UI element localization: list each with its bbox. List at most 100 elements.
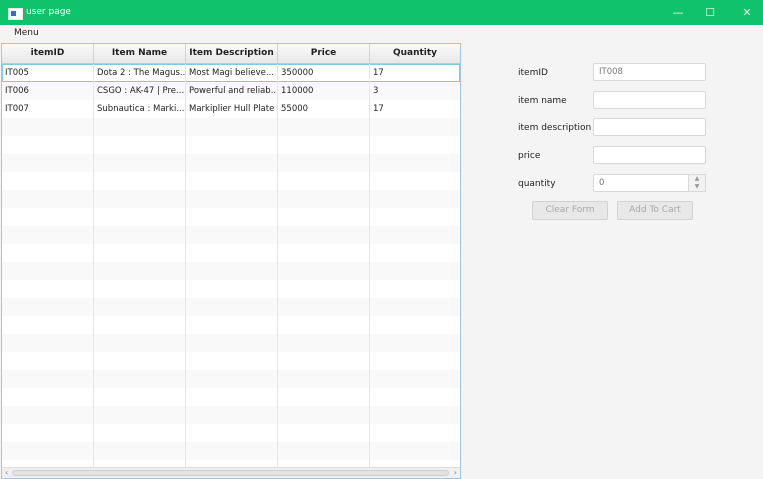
table-cell <box>2 280 94 298</box>
table-row[interactable]: IT007 Subnautica : Marki... Markiplier Hul… <box>2 100 460 118</box>
close-icon[interactable]: ✕ <box>737 5 757 20</box>
table-cell <box>278 136 370 154</box>
table-cell <box>2 208 94 226</box>
table-cell <box>370 388 460 406</box>
empty-table-row[interactable] <box>2 226 460 244</box>
table-cell <box>278 442 370 460</box>
table-cell <box>370 406 460 424</box>
table-cell <box>370 190 460 208</box>
table-row[interactable]: IT006 CSGO : AK-47 | Pre... Powerful and r… <box>2 82 460 100</box>
column-header-quantity[interactable]: Quantity <box>370 44 460 63</box>
table-cell <box>2 388 94 406</box>
add-to-cart-button[interactable]: Add To Cart <box>617 201 693 220</box>
table-cell <box>370 298 460 316</box>
table-cell: Most Magi believe... <box>186 64 278 82</box>
empty-table-row[interactable] <box>2 316 460 334</box>
empty-table-row[interactable] <box>2 154 460 172</box>
table-cell <box>2 370 94 388</box>
empty-table-row[interactable] <box>2 190 460 208</box>
table-cell <box>278 226 370 244</box>
empty-table-row[interactable] <box>2 334 460 352</box>
maximize-icon[interactable]: ☐ <box>700 5 720 20</box>
empty-table-row[interactable] <box>2 262 460 280</box>
table-cell <box>278 190 370 208</box>
table-cell <box>370 172 460 190</box>
table-cell <box>370 334 460 352</box>
table-cell <box>186 262 278 280</box>
table-cell <box>2 154 94 172</box>
table-cell <box>186 208 278 226</box>
empty-table-row[interactable] <box>2 424 460 442</box>
items-table[interactable]: itemID Item Name Item Description Price … <box>1 43 461 479</box>
title-bar: user page — ☐ ✕ <box>0 0 763 25</box>
table-cell <box>370 424 460 442</box>
empty-table-row[interactable] <box>2 370 460 388</box>
table-cell <box>186 316 278 334</box>
table-cell: Powerful and reliab... <box>186 82 278 100</box>
table-cell <box>186 442 278 460</box>
table-cell <box>370 442 460 460</box>
table-cell <box>2 136 94 154</box>
table-cell <box>2 316 94 334</box>
empty-table-row[interactable] <box>2 244 460 262</box>
empty-table-row[interactable] <box>2 208 460 226</box>
empty-table-row[interactable] <box>2 442 460 460</box>
empty-table-row[interactable] <box>2 136 460 154</box>
table-cell <box>370 262 460 280</box>
quantity-field[interactable] <box>593 174 689 192</box>
table-cell <box>94 118 186 136</box>
scroll-right-icon[interactable]: › <box>454 468 457 478</box>
table-row[interactable]: IT005 Dota 2 : The Magus... Most Magi beli… <box>2 64 460 82</box>
table-cell <box>278 280 370 298</box>
column-header-item-name[interactable]: Item Name <box>94 44 186 63</box>
table-cell <box>278 316 370 334</box>
item-description-field[interactable] <box>593 118 706 136</box>
table-cell <box>2 226 94 244</box>
table-cell <box>2 334 94 352</box>
decrement-icon[interactable]: ▼ <box>689 183 705 191</box>
table-cell <box>94 316 186 334</box>
itemid-field[interactable] <box>593 63 706 81</box>
table-cell <box>186 154 278 172</box>
table-cell <box>278 406 370 424</box>
table-cell <box>278 244 370 262</box>
table-cell <box>2 190 94 208</box>
table-cell <box>278 334 370 352</box>
table-cell <box>370 154 460 172</box>
table-cell <box>94 334 186 352</box>
table-cell <box>186 352 278 370</box>
price-field[interactable] <box>593 146 706 164</box>
increment-icon[interactable]: ▲ <box>689 175 705 183</box>
column-header-price[interactable]: Price <box>278 44 370 63</box>
table-cell <box>94 424 186 442</box>
stepper-buttons[interactable]: ▲ ▼ <box>689 174 706 192</box>
scroll-left-icon[interactable]: ‹ <box>5 468 8 478</box>
table-cell <box>278 352 370 370</box>
empty-table-row[interactable] <box>2 406 460 424</box>
clear-form-button[interactable]: Clear Form <box>532 201 608 220</box>
quantity-stepper[interactable]: ▲ ▼ <box>593 174 706 192</box>
empty-table-row[interactable] <box>2 280 460 298</box>
table-cell <box>2 298 94 316</box>
column-header-item-description[interactable]: Item Description <box>186 44 278 63</box>
table-cell <box>370 280 460 298</box>
empty-table-row[interactable] <box>2 118 460 136</box>
empty-table-row[interactable] <box>2 388 460 406</box>
column-header-itemid[interactable]: itemID <box>2 44 94 63</box>
menu-item[interactable]: Menu <box>14 28 39 38</box>
table-cell <box>370 316 460 334</box>
minimize-icon[interactable]: — <box>668 5 688 20</box>
empty-table-row[interactable] <box>2 298 460 316</box>
empty-table-row[interactable] <box>2 172 460 190</box>
table-cell <box>370 226 460 244</box>
table-cell: CSGO : AK-47 | Pre... <box>94 82 186 100</box>
table-cell <box>94 370 186 388</box>
empty-table-row[interactable] <box>2 352 460 370</box>
horizontal-scrollbar[interactable]: ‹ › <box>2 467 460 478</box>
table-cell <box>94 298 186 316</box>
item-name-field[interactable] <box>593 91 706 109</box>
table-cell: 3 <box>373 86 379 96</box>
table-cell <box>94 226 186 244</box>
table-cell <box>278 424 370 442</box>
scrollbar-thumb[interactable] <box>12 470 449 476</box>
